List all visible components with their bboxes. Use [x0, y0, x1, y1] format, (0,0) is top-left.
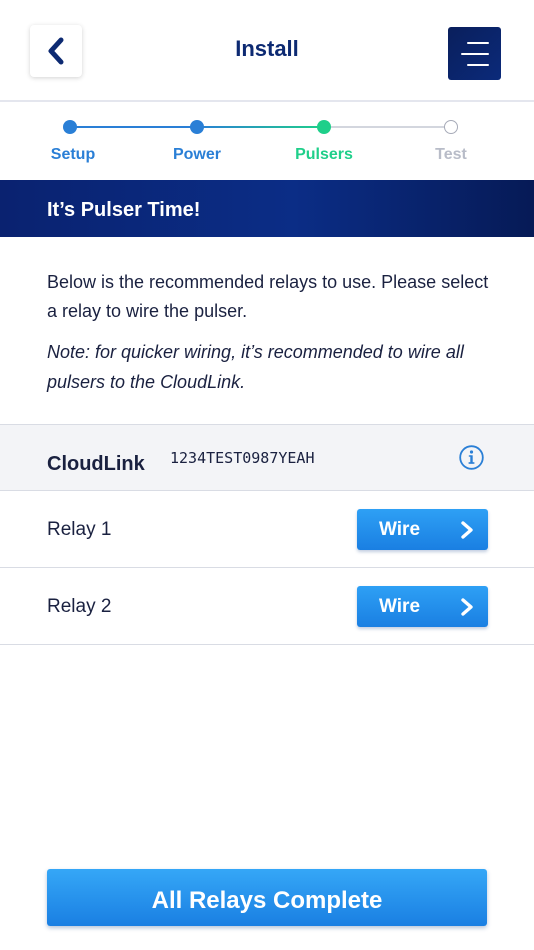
cloudlink-serial: 1234TEST0987YEAH — [170, 449, 315, 467]
section-banner: It’s Pulser Time! — [0, 180, 534, 237]
relay-label: Relay 2 — [47, 596, 112, 617]
step-label-test[interactable]: Test — [401, 146, 501, 164]
instruction-text: Below is the recommended relays to use. … — [47, 272, 489, 321]
note-text: Note: for quicker wiring, it’s recommend… — [47, 342, 464, 392]
chevron-right-icon — [461, 598, 473, 616]
wire-relay-2-button[interactable]: Wire — [357, 586, 488, 627]
menu-button[interactable] — [448, 27, 501, 80]
complete-button-label: All Relays Complete — [151, 887, 383, 914]
app-header: Install — [0, 0, 534, 102]
step-label-power[interactable]: Power — [147, 146, 247, 164]
step-connector-1 — [70, 126, 197, 128]
chevron-right-icon — [461, 521, 473, 539]
step-dot-setup — [63, 120, 77, 134]
banner-title: It’s Pulser Time! — [47, 199, 201, 221]
all-relays-complete-button[interactable]: All Relays Complete — [47, 869, 487, 926]
cloudlink-row: CloudLink 1234TEST0987YEAH — [0, 424, 534, 491]
step-label-setup[interactable]: Setup — [23, 146, 123, 164]
wire-relay-1-button[interactable]: Wire — [357, 509, 488, 550]
info-circle-icon[interactable] — [459, 445, 484, 470]
hamburger-menu-icon — [467, 41, 489, 44]
relay-row-1: Relay 1 Wire — [0, 491, 534, 568]
step-label-pulsers[interactable]: Pulsers — [274, 146, 374, 164]
step-connector-2 — [197, 126, 324, 128]
wire-button-label: Wire — [379, 519, 421, 540]
step-dot-power — [190, 120, 204, 134]
install-stepper: Setup Power Pulsers Test — [0, 104, 534, 180]
relay-row-2: Relay 2 Wire — [0, 568, 534, 645]
step-dot-test — [444, 120, 458, 134]
relay-label: Relay 1 — [47, 519, 112, 540]
step-dot-pulsers — [317, 120, 331, 134]
cloudlink-name: CloudLink — [47, 453, 145, 475]
step-connector-3 — [324, 126, 451, 128]
wire-button-label: Wire — [379, 596, 421, 617]
